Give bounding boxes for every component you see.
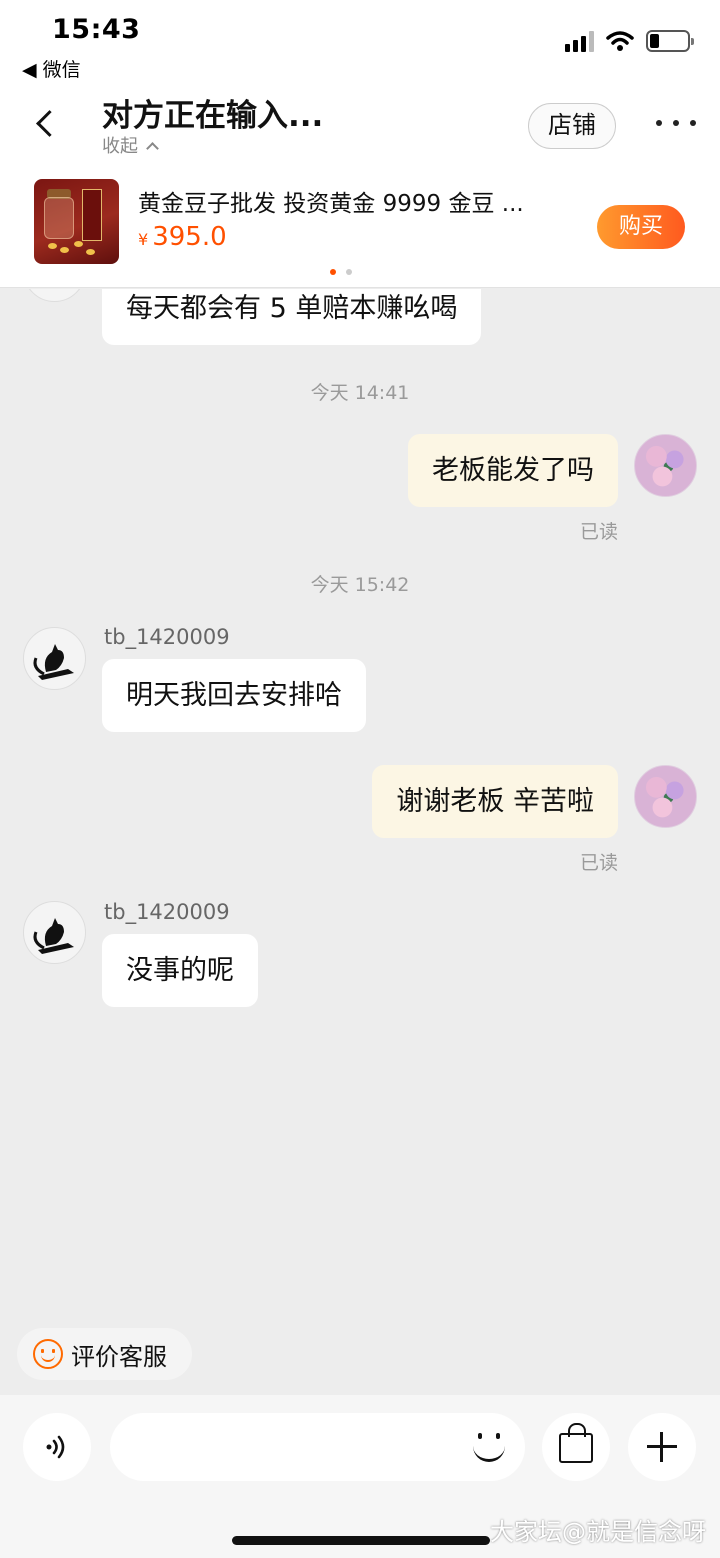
cat-silhouette-icon [33,644,74,680]
message-bubble-incoming[interactable]: 每天都会有 5 单赔本赚吆喝 [102,289,482,345]
timestamp: 今天 14:41 [310,382,410,404]
product-card[interactable]: 黄金豆子批发 投资黄金 9999 金豆 ... ¥395.0 购买 [0,172,720,288]
collapse-label: 收起 [102,136,138,157]
thumb-label [82,189,102,241]
plus-icon [647,1432,677,1462]
back-to-app-link[interactable]: ◀ 微信 [22,55,81,82]
timestamp: 今天 15:42 [310,574,410,596]
wifi-icon [606,31,634,51]
rate-service-button[interactable]: 评价客服 [17,1328,192,1380]
status-bar: 15:43 ◀ 微信 [0,0,720,86]
signal-icon [565,30,594,52]
collapse-toggle[interactable]: 收起 [102,132,159,158]
read-status: 已读 [580,521,619,543]
shopping-bag-button[interactable] [542,1413,610,1481]
sender-name: tb_1420009 [104,900,230,924]
my-avatar[interactable] [634,434,697,497]
rate-service-label: 评价客服 [71,1342,167,1371]
message-bubble-incoming[interactable]: 没事的呢 [102,934,258,1007]
home-indicator[interactable] [232,1536,490,1545]
product-thumbnail[interactable] [34,179,119,264]
more-options-button[interactable] [628,1413,696,1481]
emoji-icon[interactable] [470,1429,510,1467]
chevron-up-icon [146,142,159,155]
chat-message-list[interactable]: 每天都会有 5 单赔本赚吆喝 今天 14:41 老板能发了吗 已读 今天 15:… [0,289,720,1395]
shopping-bag-icon [559,1423,593,1463]
voice-button[interactable] [23,1413,91,1481]
voice-icon [46,1435,65,1459]
message-input[interactable] [110,1413,525,1481]
watermark: 大家坛@就是信念呀 [490,1518,706,1546]
product-name: 黄金豆子批发 投资黄金 9999 金豆 ... [138,191,524,217]
status-icons [565,30,694,52]
price-value: 395.0 [152,222,227,252]
contact-avatar[interactable] [23,627,86,690]
more-icon[interactable] [656,120,696,130]
read-status: 已读 [580,852,619,874]
back-arrow-icon[interactable] [26,102,66,148]
sender-name: tb_1420009 [104,625,230,649]
status-time: 15:43 [52,14,141,45]
buy-button[interactable]: 购买 [597,205,685,249]
cat-silhouette-icon [33,918,74,954]
contact-avatar[interactable] [23,901,86,964]
chat-title: 对方正在输入... [102,98,324,134]
message-bubble-outgoing[interactable]: 谢谢老板 辛苦啦 [372,765,618,838]
currency-symbol: ¥ [138,230,149,249]
my-avatar[interactable] [634,765,697,828]
contact-avatar[interactable] [23,289,86,302]
smile-icon [33,1339,63,1369]
message-bubble-outgoing[interactable]: 老板能发了吗 [408,434,618,507]
product-price: ¥395.0 [138,222,227,252]
message-bubble-incoming[interactable]: 明天我回去安排哈 [102,659,366,732]
store-button[interactable]: 店铺 [528,103,616,149]
battery-icon [646,30,694,52]
chat-header: 对方正在输入... 收起 店铺 [0,86,720,172]
product-pager [330,269,352,275]
